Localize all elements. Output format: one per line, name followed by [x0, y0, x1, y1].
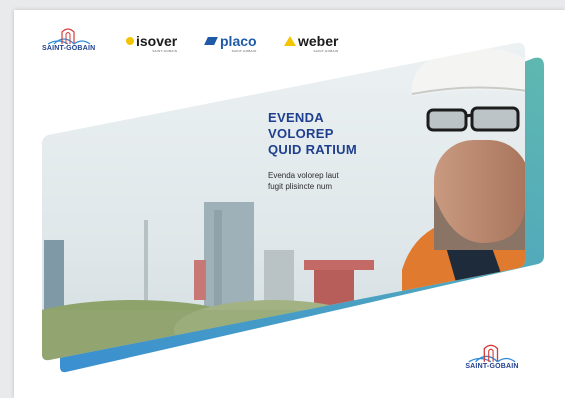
hero-title-line-3: QUID RATIUM	[268, 142, 357, 157]
hero-title-line-1: EVENDA	[268, 110, 324, 125]
hero-title: EVENDA VOLOREP QUID RATIUM	[268, 110, 428, 158]
saint-gobain-wordmark-bottom: SAINT-GOBAIN	[465, 363, 519, 370]
hero-subtitle-line-2: fugit plisincte num	[268, 182, 333, 191]
hero-title-line-2: VOLOREP	[268, 126, 334, 141]
saint-gobain-arch-icon	[468, 344, 516, 363]
hero-banner	[42, 42, 544, 373]
saint-gobain-logo-bottom: SAINT-GOBAIN	[464, 342, 520, 370]
hero-subtitle: Evenda volorep laut fugit plisincte num	[268, 170, 398, 192]
brochure-page: SAINT-GOBAIN isover SAINT-GOBAIN placo S…	[14, 10, 565, 398]
hero-subtitle-line-1: Evenda volorep laut	[268, 171, 339, 180]
hero-photo	[42, 42, 525, 361]
